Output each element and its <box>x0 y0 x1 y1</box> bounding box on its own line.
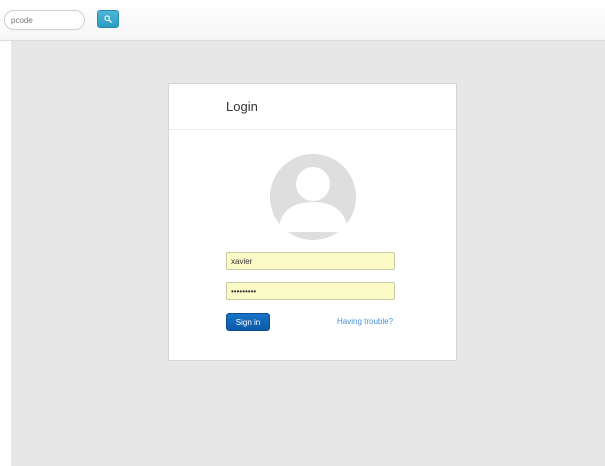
having-trouble-link[interactable]: Having trouble? <box>337 317 393 326</box>
search-icon <box>104 15 112 23</box>
top-bar <box>0 0 605 41</box>
login-card: Login Sign in Having trouble? <box>168 83 457 361</box>
username-field[interactable] <box>226 252 395 270</box>
avatar <box>270 154 356 240</box>
sign-in-button[interactable]: Sign in <box>226 313 270 331</box>
card-header: Login <box>169 84 456 130</box>
search-button[interactable] <box>97 10 119 28</box>
login-title: Login <box>226 99 258 114</box>
search-input[interactable] <box>4 10 85 30</box>
password-field[interactable] <box>226 282 395 300</box>
user-silhouette-icon <box>270 154 356 240</box>
